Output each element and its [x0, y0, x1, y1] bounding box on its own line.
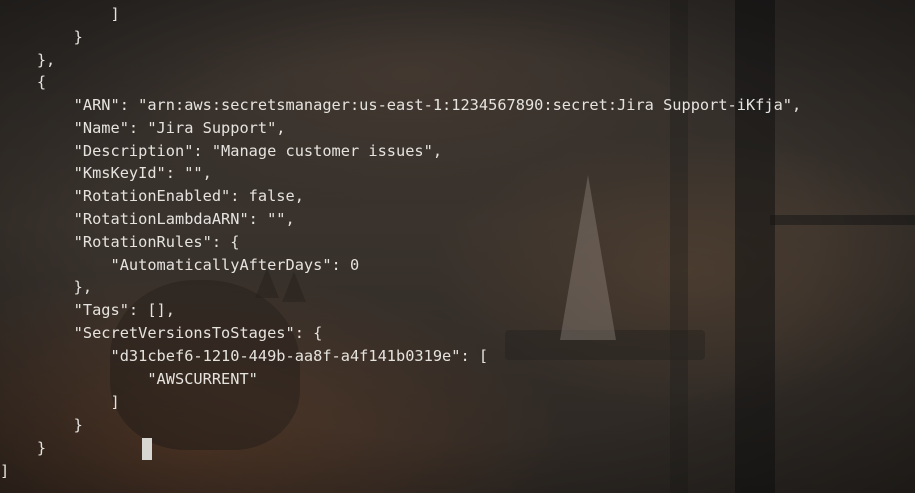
text-cursor — [142, 438, 152, 460]
output-line: { — [0, 73, 47, 91]
output-line: } — [0, 439, 47, 457]
output-line: }, — [0, 278, 93, 296]
output-line: "Tags": [], — [0, 301, 175, 319]
output-line: "KmsKeyId": "", — [0, 164, 212, 182]
output-line: "SecretVersionsToStages": { — [0, 324, 323, 342]
output-line: "Name": "Jira Support", — [0, 119, 286, 137]
output-line: "d31cbef6-1210-449b-aa8f-a4f141b0319e": … — [0, 347, 489, 365]
output-line: ] — [0, 462, 10, 480]
output-line: "AutomaticallyAfterDays": 0 — [0, 256, 360, 274]
output-line: } — [0, 28, 83, 46]
terminal-output[interactable]: ] } }, { "ARN": "arn:aws:secretsmanager:… — [0, 0, 915, 493]
output-line: "RotationLambdaARN": "", — [0, 210, 295, 228]
output-line: "AWSCURRENT" — [0, 370, 258, 388]
output-line: } — [0, 416, 83, 434]
output-line: "ARN": "arn:aws:secretsmanager:us-east-1… — [0, 96, 802, 114]
output-line: ] — [0, 5, 120, 23]
output-line: }, — [0, 51, 56, 69]
output-line: "Description": "Manage customer issues", — [0, 142, 443, 160]
output-line: "RotationRules": { — [0, 233, 240, 251]
output-line: ] — [0, 393, 120, 411]
output-line: "RotationEnabled": false, — [0, 187, 304, 205]
